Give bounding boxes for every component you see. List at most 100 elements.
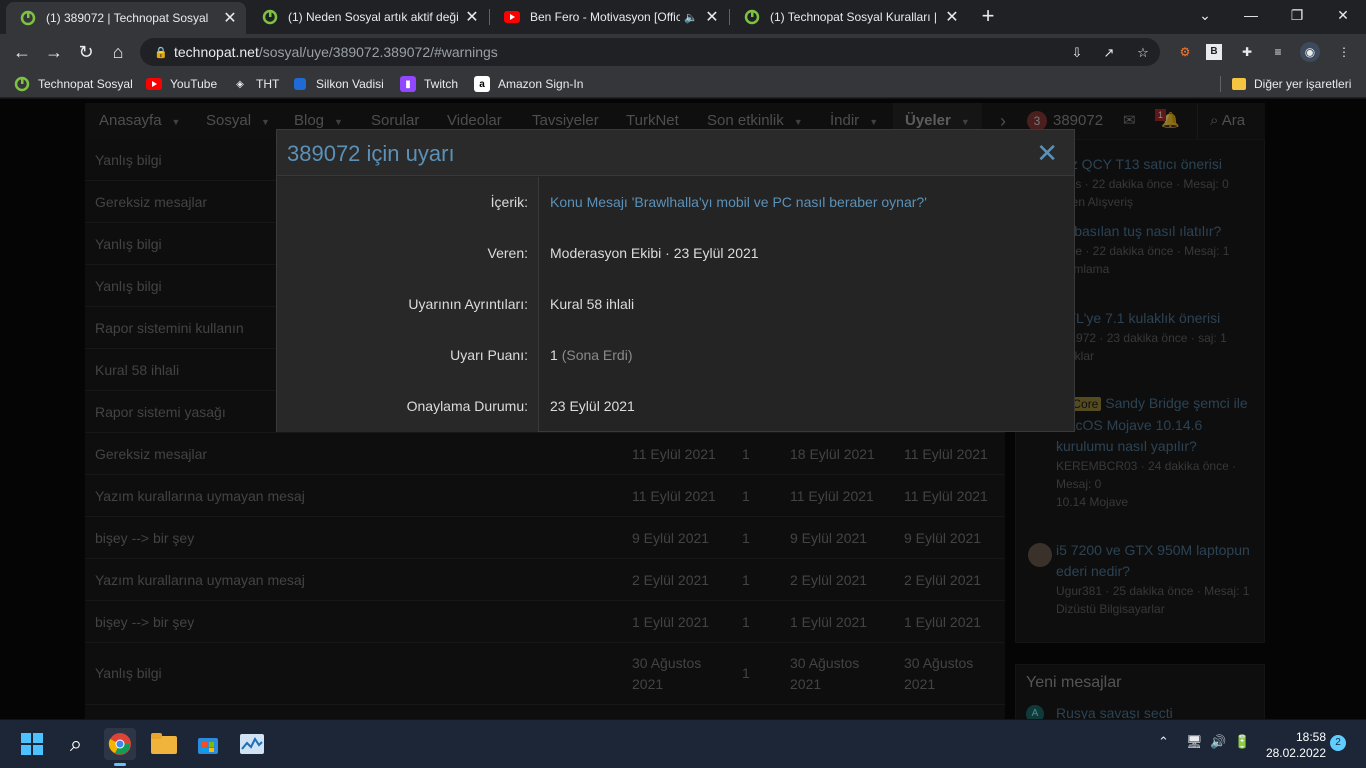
tab-youtube-video[interactable]: Ben Fero - Motivasyon [Offic 🔈 ✕ (490, 0, 728, 34)
thread-title[interactable]: yaz QCY T13 satıcı önerisi (1056, 154, 1261, 175)
chevron-down-icon[interactable]: ▼ (869, 117, 878, 127)
thread-item[interactable]: 0 TL'ye 7.1 kulaklık önerisi na1972 · 23… (1056, 308, 1261, 365)
microsoft-store-button[interactable] (192, 728, 224, 760)
warning-reason: Yanlış bilgi (95, 236, 162, 252)
forward-button[interactable]: → (40, 38, 68, 66)
thread-forum[interactable]: gramlama (1056, 260, 1261, 278)
bookmark-tht[interactable]: ◈ THT (232, 75, 279, 93)
file-explorer-button[interactable] (148, 728, 180, 760)
battery-icon[interactable]: 🔋 (1234, 734, 1250, 750)
home-button[interactable]: ⌂ (104, 38, 132, 66)
warning-expiry: 18 Eylül 2021 (790, 446, 875, 462)
thread-title[interactable]: i5 7200 ve GTX 950M laptopun ederi nedir… (1056, 540, 1261, 582)
detail-label: İçerik: (277, 177, 539, 228)
bookmark-amazon[interactable]: a Amazon Sign-In (474, 75, 583, 93)
warning-reason: Rapor sistemini kullanın (95, 320, 244, 336)
nav-anasayfa[interactable]: Anasayfa ▼ (99, 103, 180, 139)
bookmark-star-icon[interactable]: ☆ (1134, 44, 1152, 62)
table-row[interactable]: Yazım kurallarına uymayan mesaj 11 Eylül… (85, 475, 1005, 517)
close-tab-icon[interactable]: ✕ (464, 7, 480, 27)
bookmark-silkon-vadisi[interactable]: Silkon Vadisi (294, 75, 384, 93)
nav-label: Videolar (447, 112, 502, 129)
inbox-icon[interactable]: ✉ (1123, 103, 1136, 139)
content-link[interactable]: Konu Mesajı 'Brawlhalla'yı mobil ve PC n… (550, 177, 927, 228)
notification-badge[interactable]: 2 (1330, 735, 1346, 751)
chevron-down-icon[interactable]: ▼ (794, 117, 803, 127)
table-row[interactable]: Gereksiz mesajlar 11 Eylül 2021 1 18 Eyl… (85, 433, 1005, 475)
thread-title[interactable]: Rusya savaşı secti (1056, 705, 1173, 719)
thread-forum[interactable]: 10.14 Mojave (1056, 493, 1261, 511)
close-tab-icon[interactable]: ✕ (222, 8, 238, 28)
detail-row-given-by: Veren: Moderasyon Ekibi · 23 Eylül 2021 (277, 228, 1074, 279)
chevron-down-icon[interactable]: ▼ (261, 117, 270, 127)
browser-toolbar: ← → ↻ ⌂ 🔒 technopat.net/sosyal/uye/38907… (0, 34, 1366, 70)
search-button[interactable]: ⌕ Ara (1197, 103, 1245, 139)
task-manager-button[interactable] (236, 728, 268, 760)
audio-playing-icon[interactable]: 🔈 (684, 11, 698, 24)
volume-icon[interactable]: 🔊 (1210, 734, 1226, 750)
nav-sosyal[interactable]: Sosyal ▼ (206, 103, 270, 139)
table-row[interactable]: bişey --> bir şey 9 Eylül 2021 1 9 Eylül… (85, 517, 1005, 559)
search-icon[interactable]: ⌕ (60, 728, 92, 760)
b-extension-icon[interactable]: B (1206, 44, 1222, 60)
warning-points: 1 (742, 530, 750, 546)
back-button[interactable]: ← (8, 38, 36, 66)
extensions-puzzle-icon[interactable]: ✚ (1237, 42, 1257, 62)
thread-item[interactable]: 'ta basılan tuş nasıl ılatılır? gdse · 2… (1056, 221, 1261, 278)
warning-expiry: 9 Eylül 2021 (790, 530, 868, 546)
menu-kebab-icon[interactable]: ⋮ (1334, 42, 1354, 62)
chrome-taskbar-button[interactable] (104, 728, 136, 766)
thread-meta: Ugur381 · 25 dakika önce · Mesaj: 1 (1056, 584, 1250, 598)
tab-technopat-profile[interactable]: (1) 389072 | Technopat Sosyal ✕ (6, 2, 246, 34)
chevron-down-icon[interactable]: ▼ (172, 117, 181, 127)
reload-button[interactable]: ↻ (72, 38, 100, 66)
other-bookmarks-folder[interactable]: Diğer yer işaretleri (1232, 75, 1351, 93)
close-window-button[interactable]: ✕ (1320, 0, 1366, 30)
technopat-favicon (744, 9, 760, 25)
thread-item[interactable]: i5 7200 ve GTX 950M laptopun ederi nedir… (1056, 540, 1261, 618)
tab-search-chevron-icon[interactable]: ⌄ (1182, 0, 1228, 30)
profile-avatar-icon[interactable]: ◉ (1300, 42, 1320, 62)
warning-date: 1 Eylül 2021 (632, 614, 710, 630)
restore-button[interactable]: ❐ (1274, 0, 1320, 30)
brave-extension-icon[interactable]: ⚙ (1175, 42, 1195, 62)
close-icon[interactable]: ✕ (1036, 138, 1058, 169)
thread-forum[interactable]: Dizüstü Bilgisayarlar (1056, 600, 1261, 618)
lock-icon[interactable]: 🔒 (154, 46, 168, 59)
bookmark-youtube[interactable]: YouTube (146, 75, 217, 93)
table-row[interactable]: bişey --> bir şey 1 Eylül 2021 1 1 Eylül… (85, 601, 1005, 643)
share-icon[interactable]: ↗ (1100, 44, 1118, 62)
network-icon[interactable]: 🖥 (1186, 734, 1203, 750)
close-tab-icon[interactable]: ✕ (704, 7, 720, 27)
start-button[interactable] (16, 728, 48, 760)
bookmark-twitch[interactable]: ▮ Twitch (400, 75, 458, 93)
show-hidden-icons-chevron-icon[interactable]: ⌃ (1158, 734, 1169, 750)
thread-item[interactable]: enCore Sandy Bridge şemci ile macOS Moja… (1056, 393, 1261, 511)
warning-approved: 1 Eylül 2021 (904, 614, 982, 630)
bookmark-technopat[interactable]: Technopat Sosyal (14, 75, 133, 93)
thread-title[interactable]: 'ta basılan tuş nasıl ılatılır? (1056, 221, 1261, 242)
install-app-icon[interactable]: ⇩ (1068, 44, 1086, 62)
tab-technopat-rules[interactable]: (1) Technopat Sosyal Kuralları | Te ✕ (730, 0, 968, 34)
expired-note: (Sona Erdi) (561, 347, 633, 363)
table-row[interactable]: Yazım kurallarına uymayan mesaj 2 Eylül … (85, 559, 1005, 601)
nav-label: Sosyal (206, 112, 252, 129)
chevron-down-icon[interactable]: ▼ (961, 117, 970, 127)
close-tab-icon[interactable]: ✕ (944, 7, 960, 27)
thread-item[interactable]: yaz QCY T13 satıcı önerisi sens · 22 dak… (1056, 154, 1261, 211)
chevron-down-icon[interactable]: ▼ (334, 117, 343, 127)
new-tab-button[interactable]: + (978, 4, 998, 28)
address-bar[interactable]: 🔒 technopat.net/sosyal/uye/389072.389072… (140, 38, 1160, 66)
avatar[interactable] (1028, 543, 1052, 567)
minimize-button[interactable]: — (1228, 0, 1274, 30)
tab-neden-sosyal[interactable]: (1) Neden Sosyal artık aktif değil? ✕ (248, 0, 488, 34)
bookmarks-bar: Technopat Sosyal YouTube ◈ THT Silkon Vad… (0, 70, 1366, 98)
avatar[interactable]: A (1026, 705, 1044, 719)
table-row[interactable]: Yanlış bilgi 30 Ağustos 2021 1 30 Ağusto… (85, 643, 1005, 705)
alerts-bell-icon[interactable]: 🔔 1 (1155, 103, 1180, 139)
thread-forum[interactable]: b'den Alışveriş (1056, 193, 1261, 211)
thread-title[interactable]: 0 TL'ye 7.1 kulaklık önerisi (1056, 308, 1261, 329)
thread-forum[interactable]: aklıklar (1056, 347, 1261, 365)
media-control-icon[interactable]: ≡ (1268, 42, 1288, 62)
taskbar-clock[interactable]: 18:58 28.02.2022 (1262, 729, 1326, 761)
